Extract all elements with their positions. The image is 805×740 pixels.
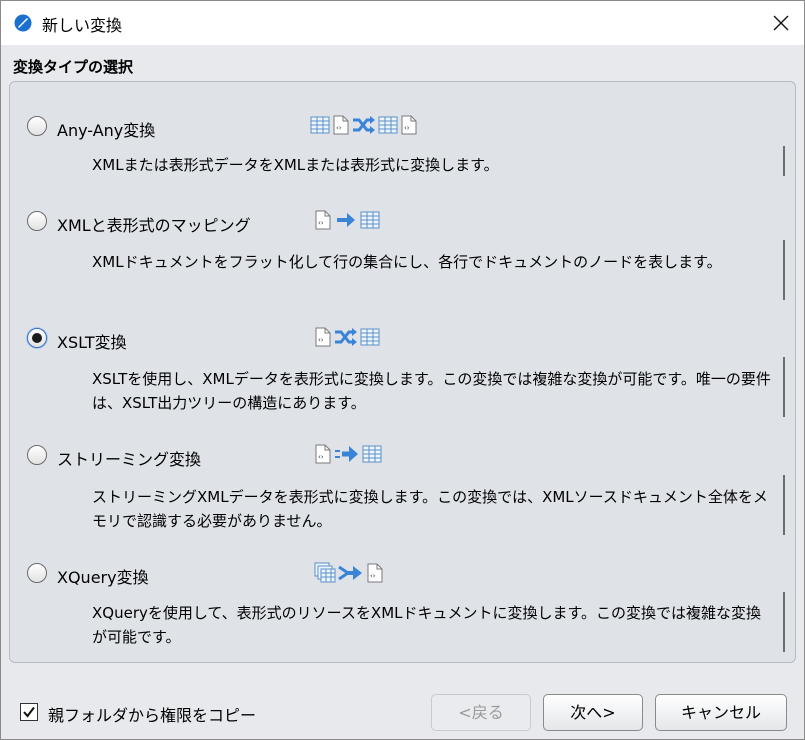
svg-text:‹›: ‹› <box>370 572 376 580</box>
option-description-streaming: ストリーミングXMLデータを表形式に変換します。この変換では、XMLソースドキュ… <box>92 488 768 530</box>
copy-permissions-checkbox[interactable] <box>20 703 38 721</box>
option-description-xquery: XQueryを使用して、表形式のリソースをXMLドキュメントに変換します。この変… <box>92 604 761 646</box>
option-icons-any-any: ‹› ‹› <box>310 115 418 135</box>
option-icons-streaming: ‹› <box>314 444 382 464</box>
svg-text:‹›: ‹› <box>318 453 324 461</box>
table-icon <box>310 116 330 134</box>
radio-any-any[interactable] <box>27 116 47 136</box>
right-arrow-icon <box>337 213 355 227</box>
svg-text:‹›: ‹› <box>318 336 324 344</box>
option-description-any-any: XMLまたは表形式データをXMLまたは表形式に変換します。 <box>92 156 499 174</box>
table-icon <box>360 211 380 229</box>
svg-text:‹›: ‹› <box>404 124 410 132</box>
close-icon <box>773 15 789 31</box>
table-icon <box>378 116 398 134</box>
scroll-indicator <box>783 592 785 652</box>
table-icon <box>362 445 382 463</box>
merge-arrow-icon <box>338 565 362 581</box>
scroll-indicator <box>783 475 785 535</box>
section-header: 変換タイプの選択 <box>13 58 134 76</box>
transform-type-panel: Any-Any変換 ‹› ‹› XMLまたは表形式データをXMLまたは表形式に変… <box>9 81 796 663</box>
svg-text:‹›: ‹› <box>336 124 342 132</box>
option-description-xml-tabular: XMLドキュメントをフラット化して行の集合にし、各行でドキュメントのノードを表し… <box>92 253 722 271</box>
next-button[interactable]: 次へ> <box>543 694 643 731</box>
radio-xquery[interactable] <box>27 563 47 583</box>
xml-doc-icon: ‹› <box>315 327 331 347</box>
option-label-xslt[interactable]: XSLT変換 <box>57 329 127 353</box>
stacked-tables-icon <box>314 562 336 583</box>
table-icon <box>360 328 380 346</box>
xml-doc-icon: ‹› <box>315 444 331 464</box>
stream-arrow-icon <box>335 446 358 462</box>
close-button[interactable] <box>759 1 803 45</box>
app-logo-icon <box>14 14 32 32</box>
scroll-indicator <box>783 240 785 300</box>
dialog-window: 新しい変換 変換タイプの選択 Any-Any変換 ‹› ‹› XMLまたは表形式… <box>0 0 805 740</box>
checkmark-icon <box>23 706 35 718</box>
radio-xslt[interactable] <box>27 328 47 348</box>
option-label-xml-tabular[interactable]: XMLと表形式のマッピング <box>57 212 251 236</box>
shuffle-arrows-icon <box>353 116 375 134</box>
option-label-any-any[interactable]: Any-Any変換 <box>57 117 155 141</box>
scroll-indicator <box>783 357 785 417</box>
radio-streaming[interactable] <box>27 445 47 465</box>
xml-doc-icon: ‹› <box>333 115 349 135</box>
option-description-xslt: XSLTを使用し、XMLデータを表形式に変換します。この変換では複雑な変換が可能… <box>92 370 771 412</box>
radio-selected-dot <box>32 333 42 343</box>
option-label-xquery[interactable]: XQuery変換 <box>57 564 149 588</box>
option-icons-xquery: ‹› <box>314 562 384 584</box>
radio-xml-tabular[interactable] <box>27 211 47 231</box>
scroll-indicator <box>783 146 785 176</box>
option-icons-xml-tabular: ‹› <box>314 210 380 230</box>
shuffle-arrows-icon <box>335 328 357 346</box>
copy-permissions-label[interactable]: 親フォルダから権限をコピー <box>48 702 256 726</box>
option-label-streaming[interactable]: ストリーミング変換 <box>57 446 201 470</box>
xml-doc-icon: ‹› <box>315 210 331 230</box>
title-bar: 新しい変換 <box>1 1 804 45</box>
svg-text:‹›: ‹› <box>318 219 324 227</box>
xml-doc-icon: ‹› <box>367 563 383 583</box>
xml-doc-icon: ‹› <box>401 115 417 135</box>
cancel-button[interactable]: キャンセル <box>655 694 787 731</box>
back-button[interactable]: <戻る <box>431 694 531 731</box>
option-icons-xslt: ‹› <box>314 327 380 347</box>
window-title: 新しい変換 <box>42 16 123 35</box>
